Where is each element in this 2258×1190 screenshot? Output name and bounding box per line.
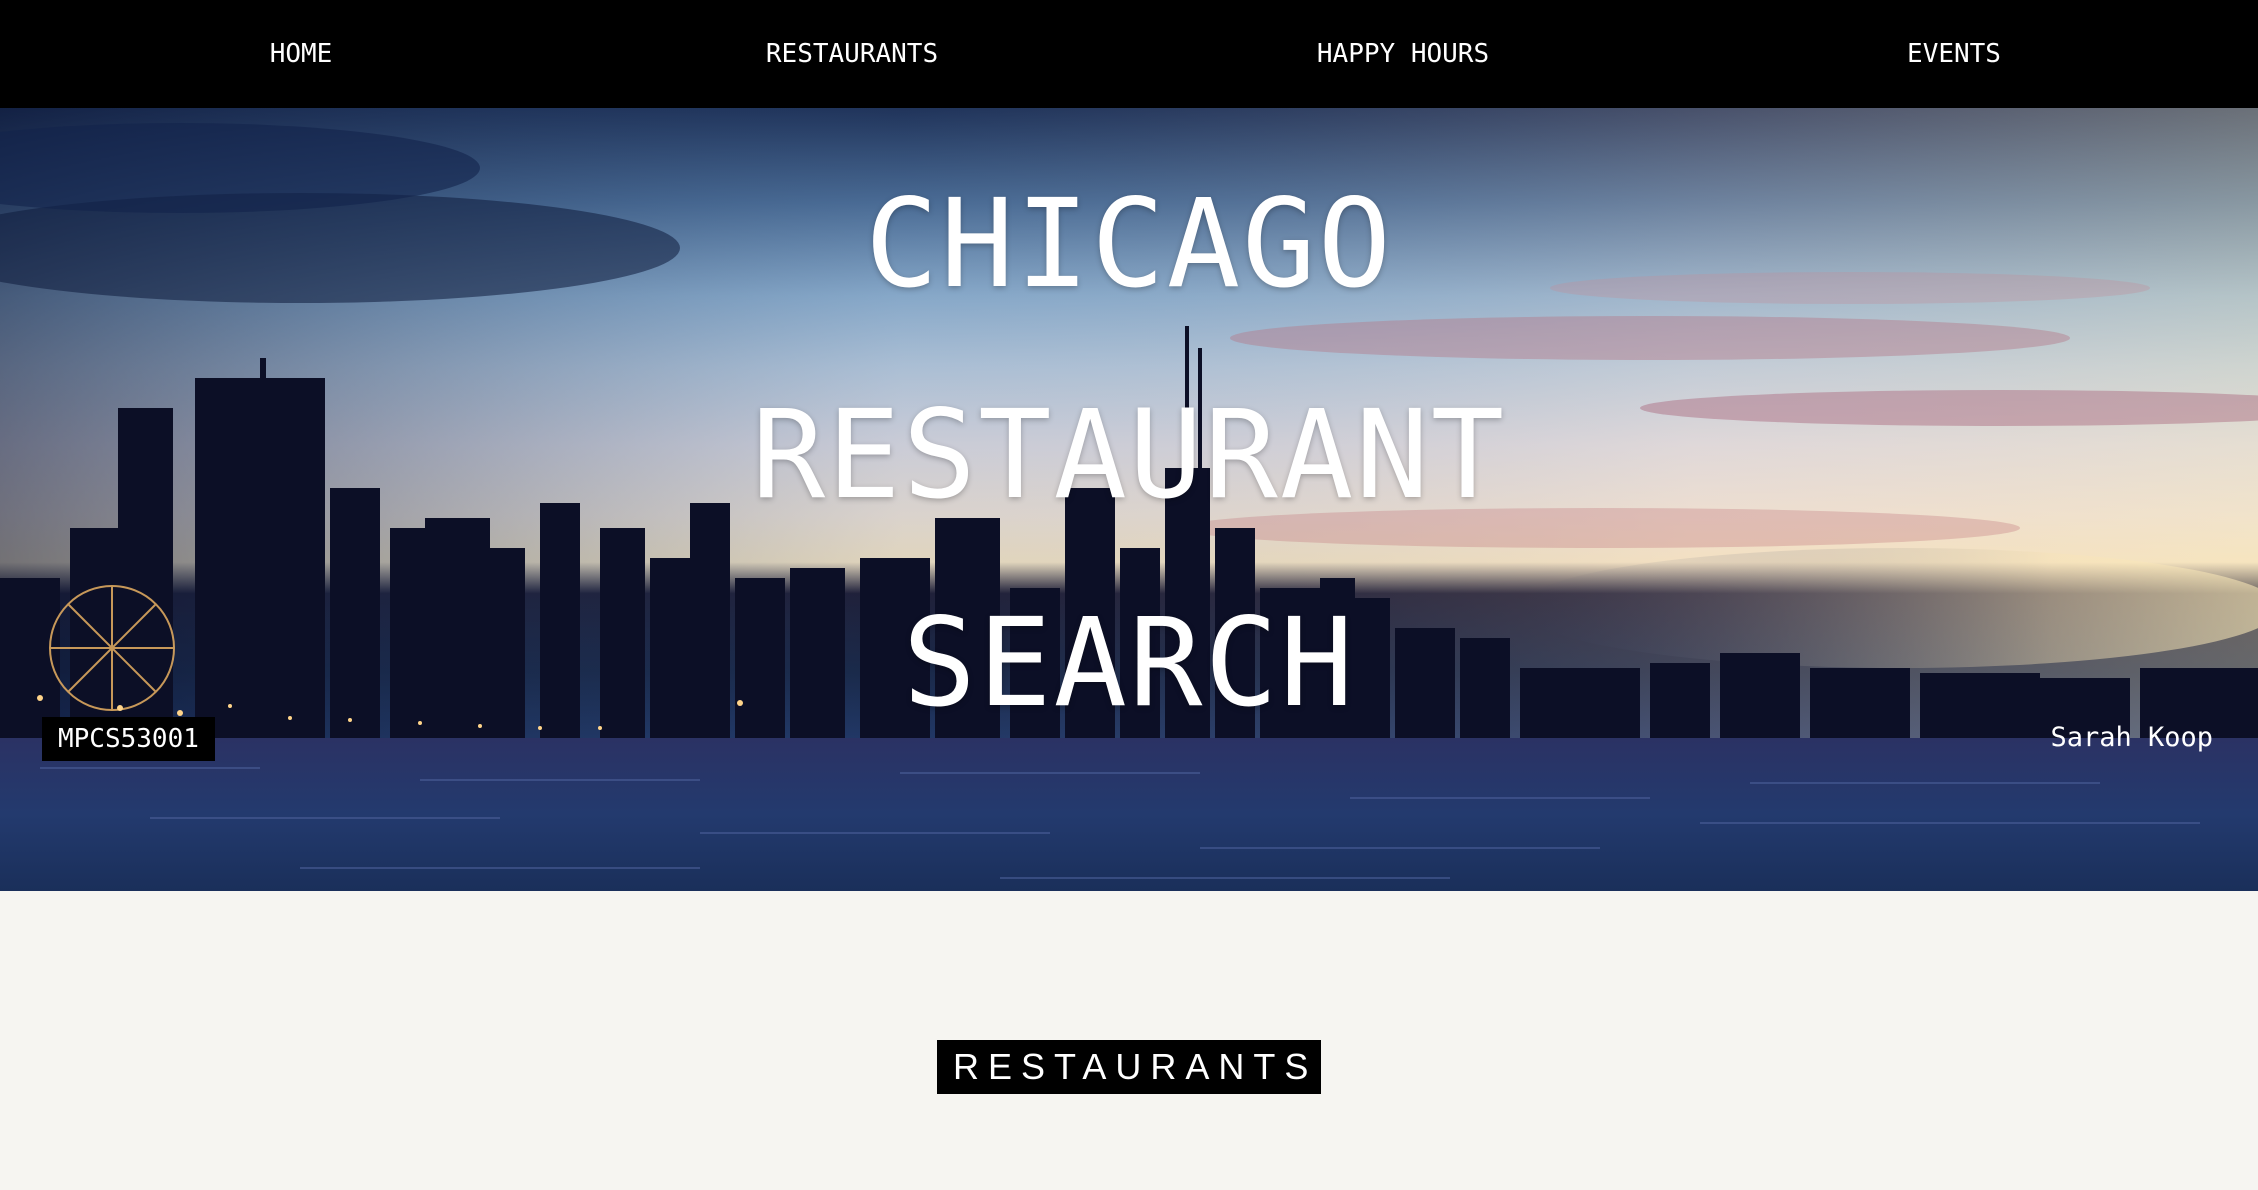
- nav-events-link[interactable]: EVENTS: [1907, 0, 2001, 108]
- nav-home-link[interactable]: HOME: [270, 0, 333, 108]
- hero-title-line-3: SEARCH: [902, 592, 1356, 734]
- top-nav: HOME RESTAURANTS HAPPY HOURS EVENTS: [0, 0, 2258, 108]
- section-heading-restaurants: RESTAURANTS: [937, 1040, 1321, 1094]
- author-name: Sarah Koop: [2050, 722, 2213, 753]
- restaurants-section: RESTAURANTS: [0, 1040, 2258, 1094]
- hero-title-line-1: CHICAGO: [864, 173, 1394, 315]
- nav-happy-hours-link[interactable]: HAPPY HOURS: [1317, 0, 1489, 108]
- hero-banner: CHICAGO RESTAURANT SEARCH: [0, 108, 2258, 891]
- nav-restaurants-link[interactable]: RESTAURANTS: [766, 0, 938, 108]
- hero-title-line-2: RESTAURANT: [751, 384, 1507, 526]
- course-badge: MPCS53001: [42, 717, 215, 761]
